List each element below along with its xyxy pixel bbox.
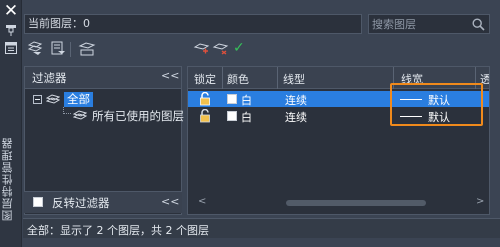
collapse-filter-pane-button[interactable]: <<	[161, 195, 179, 208]
invert-filter-checkbox[interactable]	[33, 197, 43, 207]
unlocked-padlock-icon[interactable]	[199, 108, 211, 123]
unlocked-padlock-icon[interactable]	[199, 91, 211, 106]
status-text: 全部：显示了 2 个图层，共 2 个图层	[27, 224, 209, 237]
filter-layers-icon	[72, 110, 88, 121]
color-swatch[interactable]	[227, 94, 237, 104]
color-name[interactable]: 白	[241, 92, 252, 108]
new-property-filter-icon[interactable]	[27, 41, 45, 57]
linetype-value[interactable]: 连续	[285, 92, 307, 108]
scroll-left-arrow[interactable]: <	[198, 196, 206, 207]
tree-node-all[interactable]: 全部	[33, 92, 173, 107]
tree-collapse-icon[interactable]	[33, 95, 42, 104]
layer-states-manager-icon[interactable]	[78, 41, 96, 57]
filter-layers-icon	[45, 94, 61, 105]
tree-used-label[interactable]: 所有已使用的图层	[92, 108, 184, 124]
status-bar: 全部：显示了 2 个图层，共 2 个图层	[23, 218, 500, 238]
horizontal-scrollbar[interactable]: < >	[188, 195, 489, 211]
palette-title: 图层特性管理器	[1, 137, 14, 221]
scroll-right-arrow[interactable]: >	[476, 196, 484, 207]
set-current-check-icon[interactable]: ✓	[233, 40, 251, 56]
highlight-annotation	[390, 83, 483, 126]
column-divider[interactable]	[277, 67, 278, 89]
auto-hide-icon[interactable]	[5, 24, 17, 36]
color-name[interactable]: 白	[241, 109, 252, 125]
delete-layer-icon[interactable]	[212, 41, 230, 57]
filter-title: 过滤器	[32, 71, 67, 85]
column-header-color[interactable]: 颜色	[227, 71, 249, 87]
column-divider[interactable]	[222, 67, 223, 89]
current-layer-label: 当前图层：0	[24, 14, 362, 34]
invert-filter-label[interactable]: 反转过滤器	[52, 195, 110, 211]
collapse-filter-button[interactable]: <<	[161, 69, 179, 82]
filter-header: 过滤器 <<	[25, 67, 181, 89]
tree-all-label[interactable]: 全部	[64, 92, 93, 107]
column-header-lock[interactable]: 锁定	[194, 71, 216, 87]
toolbar-separator	[70, 42, 71, 57]
color-swatch[interactable]	[227, 111, 237, 121]
linetype-value[interactable]: 连续	[285, 109, 307, 125]
invert-filter-row: 反转过滤器 <<	[24, 191, 182, 213]
search-box[interactable]	[368, 14, 490, 34]
new-group-filter-icon[interactable]	[49, 41, 67, 57]
new-layer-icon[interactable]	[193, 41, 211, 57]
close-icon[interactable]: ✕	[3, 2, 19, 20]
tree-connector	[63, 107, 71, 114]
column-header-linetype[interactable]: 线型	[283, 71, 305, 87]
scrollbar-thumb[interactable]	[286, 200, 426, 206]
search-input[interactable]	[372, 16, 468, 32]
properties-icon[interactable]	[5, 42, 17, 54]
search-icon[interactable]	[472, 18, 485, 31]
tree-node-used-layers[interactable]: 所有已使用的图层	[72, 108, 203, 124]
